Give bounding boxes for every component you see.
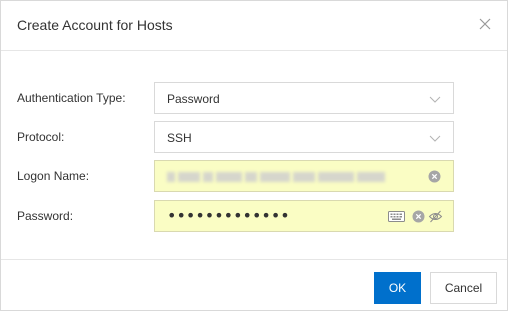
logon-name-label: Logon Name: xyxy=(17,168,89,184)
redacted-logon-name xyxy=(167,169,407,185)
dialog-footer: OK Cancel xyxy=(1,259,507,311)
password-label-text: Password xyxy=(17,209,70,223)
auth-type-select[interactable]: Password xyxy=(154,82,454,114)
logon-name-row: Logon Name: xyxy=(1,160,507,192)
auth-type-label-colon: : xyxy=(122,91,126,105)
password-value: ••••••••••••• xyxy=(167,206,290,225)
password-label: Password: xyxy=(17,208,73,224)
protocol-label-text: Protocol xyxy=(17,130,62,144)
keyboard-icon[interactable] xyxy=(388,210,405,223)
logon-name-label-text: Logon Name xyxy=(17,169,86,183)
clear-icon[interactable] xyxy=(412,210,425,223)
auth-type-label: Authentication Type: xyxy=(17,90,126,106)
chevron-down-icon xyxy=(429,135,441,142)
ok-button[interactable]: OK xyxy=(374,272,421,304)
protocol-value: SSH xyxy=(167,131,192,145)
close-icon[interactable] xyxy=(477,16,493,32)
dialog-title: Create Account for Hosts xyxy=(17,17,173,33)
cancel-button[interactable]: Cancel xyxy=(430,272,497,304)
protocol-label: Protocol: xyxy=(17,129,64,145)
password-input[interactable]: ••••••••••••• xyxy=(154,200,454,232)
clear-icon[interactable] xyxy=(428,170,441,183)
protocol-select[interactable]: SSH xyxy=(154,121,454,153)
password-label-colon: : xyxy=(69,209,74,223)
protocol-label-colon: : xyxy=(61,130,65,144)
logon-name-input[interactable] xyxy=(154,160,454,192)
auth-type-row: Authentication Type: Password xyxy=(1,82,507,114)
logon-name-label-colon: : xyxy=(85,169,90,183)
eye-slash-icon[interactable] xyxy=(428,209,443,224)
auth-type-label-text: Authentication Type xyxy=(17,91,123,105)
password-row: Password: ••••••••••••• xyxy=(1,200,507,232)
auth-type-value: Password xyxy=(167,92,220,106)
chevron-down-icon xyxy=(429,96,441,103)
dialog-header: Create Account for Hosts xyxy=(1,1,507,51)
protocol-row: Protocol: SSH xyxy=(1,121,507,153)
create-account-dialog: Create Account for Hosts Authentication … xyxy=(0,0,508,311)
